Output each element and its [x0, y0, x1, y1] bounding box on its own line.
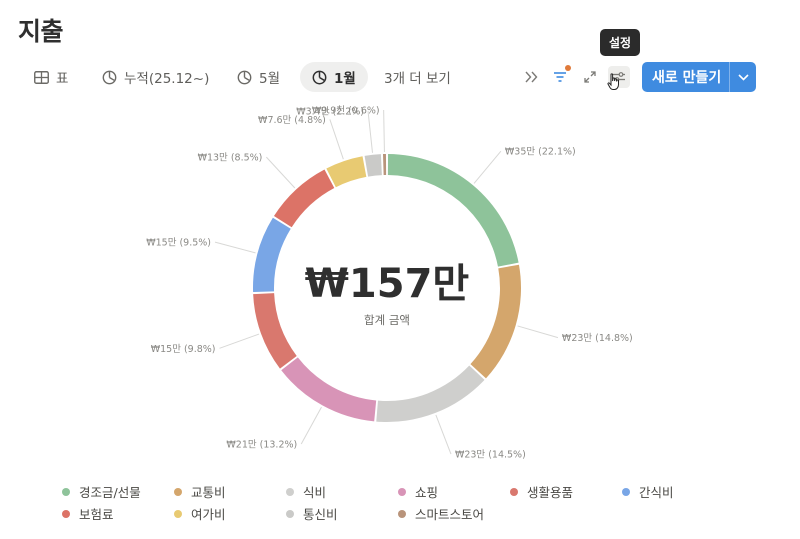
legend-item[interactable]: 스마트스토어	[398, 504, 484, 523]
legend-label: 식비	[303, 485, 327, 500]
legend-swatch	[174, 509, 182, 518]
tab-january[interactable]: 1월	[300, 62, 368, 92]
slice-data-label: ₩15만 (9.8%)	[151, 344, 216, 355]
new-button[interactable]: 새로 만들기	[642, 62, 756, 92]
pie-chart-icon	[312, 70, 327, 84]
donut-slice[interactable]	[364, 154, 382, 177]
legend-swatch	[398, 509, 406, 518]
legend-swatch	[62, 509, 70, 518]
legend-item[interactable]: 생활용품	[510, 482, 573, 501]
expand-icon[interactable]	[579, 66, 601, 88]
slice-data-label: ₩35만 (22.1%)	[505, 147, 576, 158]
slice-data-label: ₩15만 (9.5%)	[146, 238, 211, 249]
leader-line	[473, 150, 502, 184]
table-icon	[34, 70, 49, 84]
leader-line	[517, 325, 559, 339]
more-views-button[interactable]: 3개 더 보기	[384, 62, 451, 92]
new-button-label: 새로 만들기	[652, 70, 722, 86]
leader-line	[367, 110, 373, 153]
leader-line	[383, 110, 385, 153]
donut-slice[interactable]	[253, 217, 291, 292]
legend-label: 보험료	[79, 507, 114, 522]
page-title: 지출	[18, 17, 64, 46]
donut-slice[interactable]	[253, 293, 297, 369]
donut-slice[interactable]	[326, 156, 367, 188]
tab-label: 3개 더 보기	[384, 71, 451, 87]
legend-item[interactable]: 경조금/선물	[62, 482, 141, 501]
legend-item[interactable]: 간식비	[622, 482, 674, 501]
legend-label: 통신비	[303, 507, 338, 522]
center-total-value: ₩157만	[305, 261, 470, 307]
legend-swatch	[622, 487, 630, 496]
leader-line	[219, 333, 260, 349]
leader-line	[435, 414, 452, 455]
leader-line	[266, 156, 296, 189]
tab-may[interactable]: 5월	[237, 62, 280, 92]
slice-data-label: ₩23만 (14.5%)	[455, 450, 526, 461]
tab-label: 5월	[259, 71, 281, 87]
leader-line	[300, 406, 322, 445]
donut-slice[interactable]	[383, 154, 387, 176]
tab-label: 표	[56, 71, 69, 87]
legend-label: 생활용품	[527, 485, 574, 500]
legend-swatch	[62, 487, 70, 496]
legend-item[interactable]: 보험료	[62, 504, 114, 523]
legend-item[interactable]: 통신비	[286, 504, 338, 523]
double-chevron-icon[interactable]	[520, 66, 542, 88]
legend-swatch	[286, 487, 294, 496]
legend-label: 여가비	[191, 507, 226, 522]
legend-label: 스마트스토어	[415, 507, 485, 522]
hand-cursor-icon	[607, 73, 621, 95]
donut-chart: ₩35만 (22.1%) ₩23만 (14.8%) ₩23만 (14.5%) ₩21만…	[146, 106, 633, 461]
legend-swatch	[174, 487, 182, 496]
filter-icon[interactable]	[549, 65, 571, 88]
tab-table[interactable]: 표	[34, 62, 68, 92]
legend-swatch	[286, 509, 294, 518]
leader-line	[329, 119, 344, 160]
slice-data-label: ₩13만 (8.5%)	[198, 153, 263, 164]
legend-label: 간식비	[639, 485, 674, 500]
pie-chart-icon	[102, 70, 117, 84]
legend-item[interactable]: 여가비	[174, 504, 226, 523]
legend-item[interactable]: 쇼핑	[398, 482, 438, 501]
leader-line	[214, 241, 256, 254]
chevron-down-icon[interactable]	[730, 73, 756, 81]
legend-swatch	[398, 487, 406, 496]
tab-cumulative[interactable]: 누적(25.12~)	[102, 62, 209, 92]
tab-label: 1월	[334, 71, 356, 87]
legend-label: 경조금/선물	[79, 485, 141, 500]
filter-active-dot	[565, 65, 571, 71]
slice-data-label: ₩9.9천 (0.6%)	[312, 106, 380, 117]
pie-chart-icon	[237, 70, 252, 84]
donut-slice[interactable]	[376, 365, 485, 423]
donut-slice[interactable]	[470, 264, 521, 379]
slice-data-label: ₩21만 (13.2%)	[226, 439, 297, 450]
legend-item[interactable]: 식비	[286, 482, 326, 501]
settings-tooltip: 설정	[600, 29, 641, 56]
slice-data-label: ₩23만 (14.8%)	[562, 333, 633, 344]
donut-slice[interactable]	[387, 154, 519, 267]
legend-label: 쇼핑	[415, 485, 439, 500]
legend-label: 교통비	[191, 485, 226, 500]
tab-label: 누적(25.12~)	[124, 71, 210, 87]
legend-swatch	[510, 487, 518, 496]
donut-slice[interactable]	[273, 169, 335, 228]
donut-slice[interactable]	[281, 357, 377, 422]
legend-item[interactable]: 교통비	[174, 482, 226, 501]
center-total-label: 합계 금액	[364, 313, 410, 327]
